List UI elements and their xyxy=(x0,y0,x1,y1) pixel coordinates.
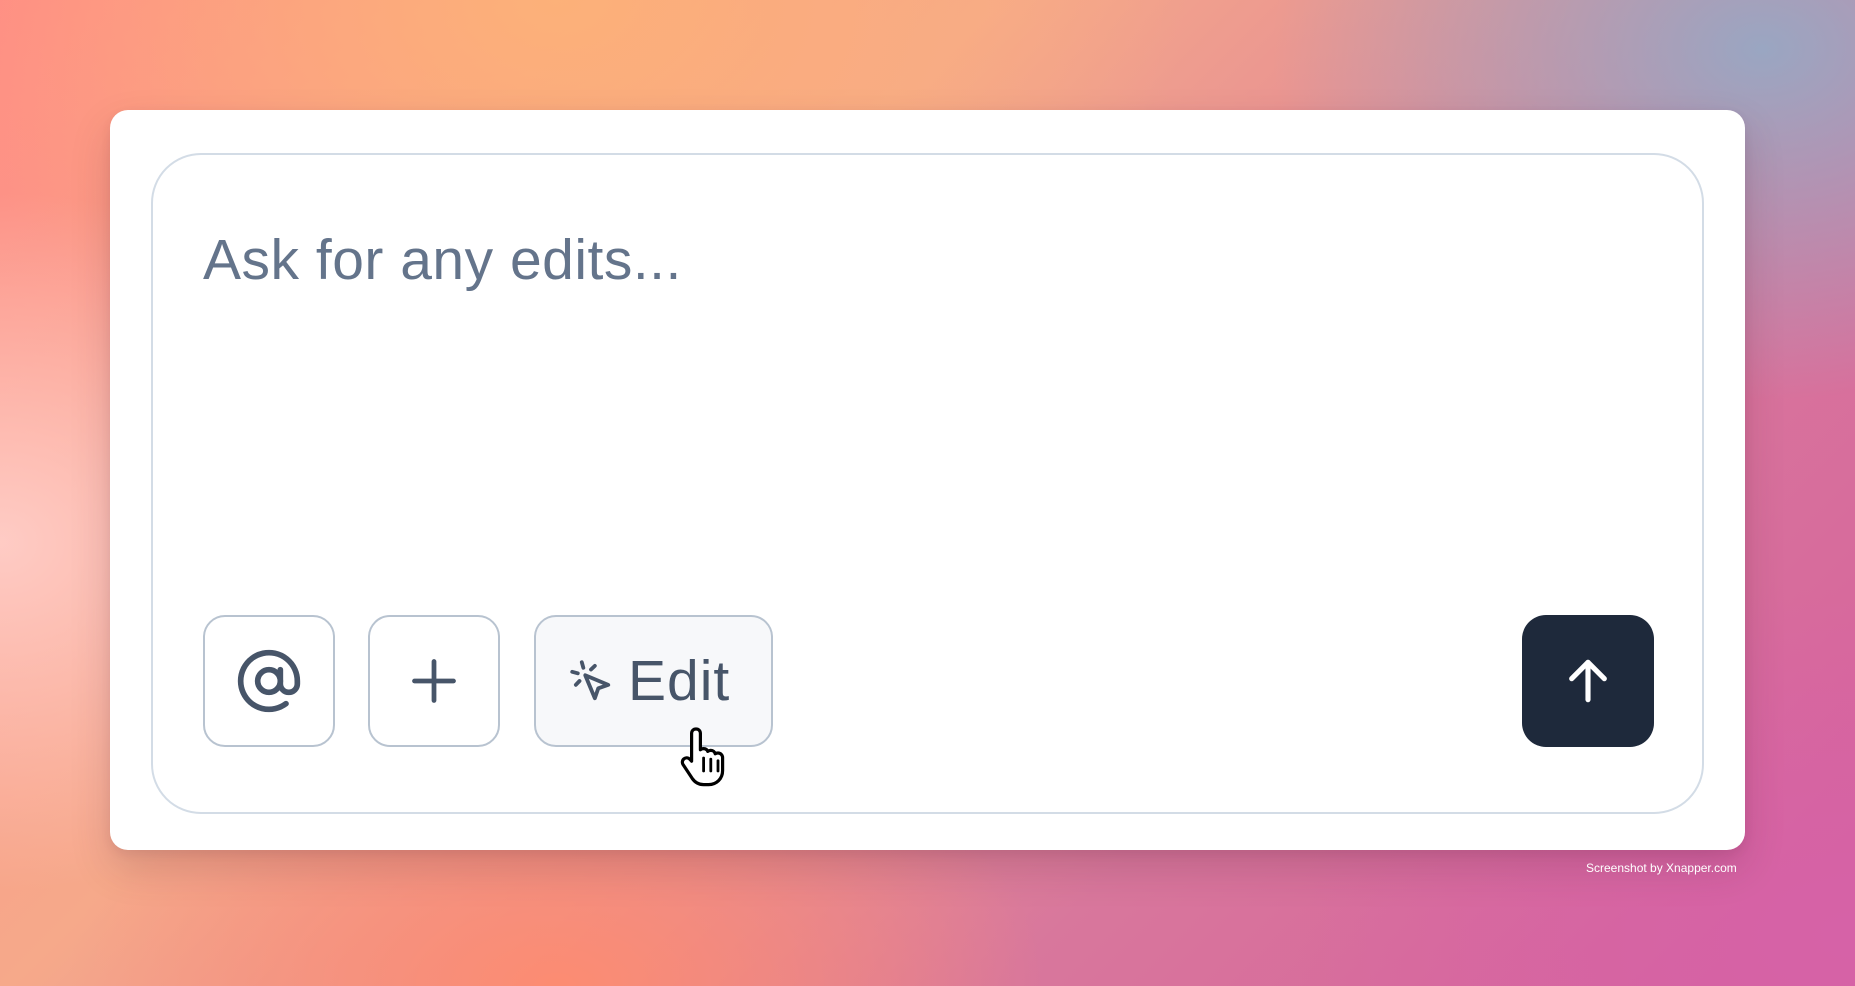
arrow-up-icon xyxy=(1569,659,1607,703)
editor-card: Ask for any edits... Edit xyxy=(110,110,1745,850)
send-button[interactable] xyxy=(1522,615,1654,747)
at-sign-icon xyxy=(237,649,301,713)
edit-button-label: Edit xyxy=(628,649,731,713)
cursor-click-icon xyxy=(570,660,611,701)
watermark: Screenshot by Xnapper.com xyxy=(1586,861,1737,875)
edit-mode-button[interactable]: Edit xyxy=(534,615,773,747)
prompt-composer[interactable]: Ask for any edits... Edit xyxy=(151,153,1704,814)
plus-icon xyxy=(412,659,456,703)
add-button[interactable] xyxy=(368,615,500,747)
prompt-input-placeholder[interactable]: Ask for any edits... xyxy=(203,227,682,293)
mention-button[interactable] xyxy=(203,615,335,747)
